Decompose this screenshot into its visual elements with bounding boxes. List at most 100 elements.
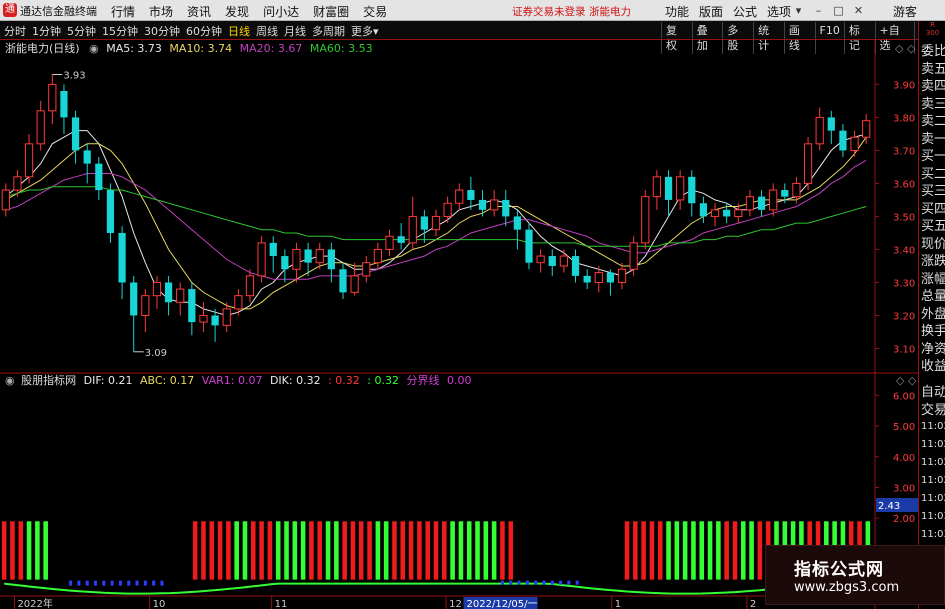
candle-up	[222, 308, 231, 326]
menu-trade[interactable]: 交易	[363, 3, 387, 20]
legend-ind-title: 股朋指标网	[21, 373, 76, 387]
tab-more-label: 更多	[351, 25, 373, 38]
chevron-down-icon[interactable]: ▾	[790, 2, 807, 19]
indicator-dot-blue	[525, 580, 529, 585]
signal-bar-red	[732, 521, 738, 580]
menu-formula[interactable]: 公式	[733, 3, 757, 20]
indicator-options-icon[interactable]: ◇ ◇	[896, 374, 917, 387]
menu-options[interactable]: 选项	[767, 3, 791, 20]
signal-bar-green	[450, 521, 455, 580]
maximize-icon[interactable]: □	[830, 2, 847, 19]
x-axis-label: 2	[750, 599, 756, 609]
tab-multi-period[interactable]: 多周期	[312, 23, 345, 39]
candle-up	[1, 189, 10, 211]
ind-tick-label: 4.00	[893, 453, 915, 464]
candle-up	[792, 182, 801, 198]
watermark: 指标公式网 www.zbgs3.com	[765, 545, 945, 605]
candle-up	[629, 242, 638, 270]
tab-30min[interactable]: 30分钟	[144, 23, 180, 39]
tab-monthly[interactable]: 月线	[284, 23, 306, 39]
candle-down	[781, 190, 789, 197]
tab-weekly[interactable]: 周线	[256, 23, 278, 39]
login-notice[interactable]: 证券交易未登录	[512, 4, 586, 19]
menu-ask[interactable]: 问小达	[263, 3, 299, 20]
menu-news[interactable]: 资讯	[187, 3, 211, 20]
tab-60min[interactable]: 60分钟	[186, 23, 222, 39]
menu-market[interactable]: 市场	[149, 3, 173, 20]
candle-down	[827, 117, 835, 131]
indicator-dot-blue	[77, 580, 81, 586]
tab-more[interactable]: 更多▾	[351, 23, 379, 39]
kline-chart[interactable]: 3.93 3.09 3.90 3.80 3.70 3.60 3.50 3.40 3.30 3.2…	[0, 40, 918, 609]
indicator-dot-blue	[500, 580, 504, 585]
legend-var1: VAR1: 0.07	[202, 374, 263, 387]
period-toolbar: 分时 1分钟 5分钟 15分钟 30分钟 60分钟 日线 周线 月线 多周期 更…	[0, 21, 945, 54]
signal-bar-red	[267, 521, 273, 580]
signal-bar-green	[325, 521, 331, 580]
quote-field-label: 卖三	[921, 96, 945, 112]
indicator-curve-green	[4, 582, 868, 595]
menu-wealth[interactable]: 财富圈	[313, 3, 349, 20]
indicator-dot-blue	[567, 580, 571, 585]
tab-timeshare[interactable]: 分时	[4, 23, 26, 39]
candle-up	[24, 143, 34, 178]
tab-daily[interactable]: 日线	[228, 23, 250, 39]
signal-bar-red	[425, 521, 430, 580]
legend-indicator: ◉ 股朋指标网 DIF: 0.21 ABC: 0.17 VAR1: 0.07 D…	[5, 373, 471, 387]
price-tick-label: 3.80	[893, 113, 915, 124]
menu-discover[interactable]: 发现	[225, 3, 249, 20]
candle-down	[130, 282, 138, 316]
close-icon[interactable]: ✕	[850, 2, 867, 19]
legend-ma10: MA10: 3.74	[169, 42, 232, 55]
signal-bar-green	[674, 521, 680, 580]
candle-up	[315, 248, 324, 264]
candle-up	[152, 281, 162, 297]
indicator-dot-blue	[559, 580, 563, 585]
candle-up	[13, 176, 22, 191]
signal-bar-red	[417, 521, 422, 580]
signal-bar-red	[259, 521, 264, 580]
minimize-icon[interactable]: –	[810, 2, 827, 19]
candle-up	[652, 176, 662, 198]
tab-5min[interactable]: 5分钟	[67, 23, 96, 39]
menu-quotes[interactable]: 行情	[111, 3, 135, 20]
candle-up	[292, 248, 301, 270]
legend-ma60: MA60: 3.53	[310, 42, 373, 55]
r-badge[interactable]: R 300	[919, 21, 945, 40]
candle-up	[141, 295, 150, 316]
current-stock: 浙能电力	[589, 6, 631, 18]
indicator-dot-blue	[102, 580, 106, 586]
signal-bar-red	[217, 521, 223, 580]
quote-field-label: 买四	[921, 201, 945, 217]
tab-1min[interactable]: 1分钟	[32, 23, 61, 39]
candle-up	[408, 215, 417, 244]
signal-bar-red	[192, 521, 198, 580]
window-controls: ▾ – □ ✕	[790, 2, 867, 19]
signal-bar-green	[334, 521, 339, 580]
signal-bar-red	[624, 521, 630, 580]
menu-layout[interactable]: 版面	[699, 3, 723, 20]
quote-field-label: 买二	[921, 166, 945, 182]
auto-trade-label[interactable]: 自动	[921, 384, 945, 401]
guest-user[interactable]: 游客	[893, 3, 917, 20]
tick-time: 11:03	[921, 511, 945, 522]
candle-down	[757, 196, 766, 210]
signal-bar-red	[633, 521, 638, 580]
menu-function[interactable]: 功能	[665, 3, 689, 20]
candle-down	[467, 190, 475, 200]
quote-field-label: 涨幅	[921, 271, 945, 287]
tick-time: 11:02	[921, 475, 945, 486]
ind-tick-label: 5.00	[893, 422, 915, 433]
legend-val-red: : 0.32	[328, 374, 360, 387]
legend-main-title: 浙能电力(日线)	[5, 41, 80, 55]
tab-15min[interactable]: 15分钟	[102, 23, 138, 39]
signal-bar-red	[757, 521, 763, 580]
chart-options-icon[interactable]: ◇ ◇	[895, 42, 916, 55]
candle-up	[455, 189, 464, 204]
signal-bar-green	[699, 521, 705, 580]
auto-trade-label[interactable]: 交易	[921, 402, 945, 419]
indicator-dot-blue	[135, 580, 139, 586]
candle-up	[710, 209, 720, 217]
candle-down	[699, 203, 708, 217]
price-tick-label: 3.20	[893, 311, 915, 322]
